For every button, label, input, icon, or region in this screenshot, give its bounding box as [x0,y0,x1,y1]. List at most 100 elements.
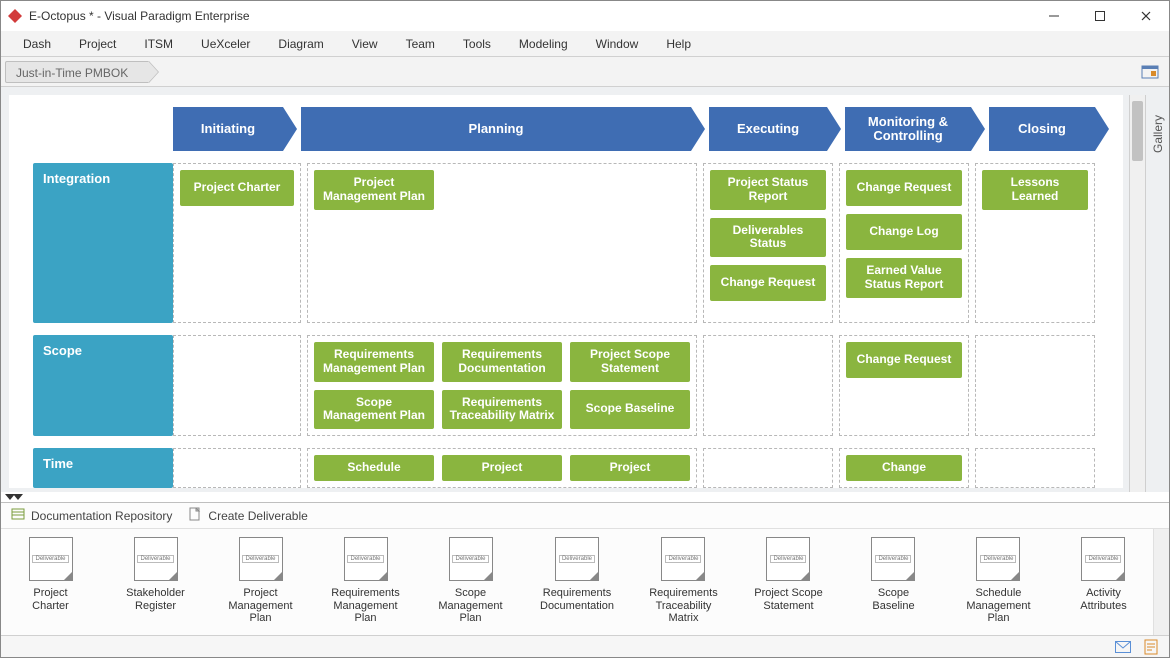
deliverable-item[interactable]: Deliverable Project Scope Statement [753,537,824,625]
canvas-vertical-scrollbar[interactable] [1129,95,1145,492]
mail-icon[interactable] [1115,639,1131,655]
card-scope-mgmt-plan[interactable]: Scope Management Plan [314,390,434,430]
menu-itsm[interactable]: ITSM [130,33,187,55]
card-project-cut2[interactable]: Project [570,455,690,481]
cell-scope-planning: Requirements Management Plan Requirement… [307,335,697,436]
document-icon: Deliverable [1081,537,1125,581]
card-scope-change-request[interactable]: Change Request [846,342,962,378]
phase-monitoring[interactable]: Monitoring & Controlling [845,107,971,151]
deliverable-item[interactable]: Deliverable Stakeholder Register [120,537,191,625]
document-icon: Deliverable [766,537,810,581]
deliverable-item[interactable]: Deliverable Requirements Documentation [540,537,614,625]
card-scope-baseline[interactable]: Scope Baseline [570,390,690,430]
row-integration: Integration Project Charter Project Mana… [33,163,1099,323]
main-area: Initiating Planning Executing Monitoring… [1,87,1169,657]
menu-view[interactable]: View [338,33,392,55]
row-label-scope[interactable]: Scope [33,335,173,436]
deliverable-label: Scope Baseline [858,587,929,612]
breadcrumb-bar: Just-in-Time PMBOK [1,57,1169,87]
app-icon [7,8,23,24]
gallery-tab[interactable]: Gallery [1145,95,1169,492]
deliverable-label: Project Scope Statement [753,587,824,612]
document-icon: Deliverable [976,537,1020,581]
card-schedule-cut[interactable]: Schedule [314,455,434,481]
deliverable-item[interactable]: Deliverable Scope Management Plan [435,537,506,625]
titlebar: E-Octopus * - Visual Paradigm Enterprise [1,1,1169,31]
breadcrumb[interactable]: Just-in-Time PMBOK [5,61,149,83]
card-lessons-learned[interactable]: Lessons Learned [982,170,1088,210]
document-icon: Deliverable [239,537,283,581]
card-project-cut1[interactable]: Project [442,455,562,481]
splitter-handle[interactable] [1,492,1169,502]
row-scope: Scope Requirements Management Plan Requi… [33,335,1099,436]
card-project-status-report[interactable]: Project Status Report [710,170,826,210]
deliverable-label: Scope Management Plan [435,587,506,625]
cell-time-executing [703,448,833,488]
card-time-change-cut[interactable]: Change [846,455,962,481]
diagram-canvas[interactable]: Initiating Planning Executing Monitoring… [9,95,1129,492]
deliverables-toolbar: Documentation Repository Create Delivera… [1,503,1169,529]
menu-modeling[interactable]: Modeling [505,33,582,55]
deliverable-item[interactable]: Deliverable Scope Baseline [858,537,929,625]
deliverable-label: Stakeholder Register [120,587,191,612]
deliverable-label: Project Charter [15,587,86,612]
row-label-integration[interactable]: Integration [33,163,173,323]
documentation-repository-button[interactable]: Documentation Repository [11,507,172,524]
deliverable-item[interactable]: Deliverable Schedule Management Plan [963,537,1034,625]
cell-scope-closing [975,335,1095,436]
card-req-doc[interactable]: Requirements Documentation [442,342,562,382]
card-scope-statement[interactable]: Project Scope Statement [570,342,690,382]
deliverable-label: Project Management Plan [225,587,296,625]
phase-closing[interactable]: Closing [989,107,1095,151]
create-deliverable-button[interactable]: Create Deliverable [188,507,307,524]
close-button[interactable] [1123,1,1169,31]
menu-project[interactable]: Project [65,33,130,55]
cell-scope-executing [703,335,833,436]
deliverable-item[interactable]: Deliverable Requirements Management Plan [330,537,401,625]
card-req-trace-matrix[interactable]: Requirements Traceability Matrix [442,390,562,430]
deliverable-item[interactable]: Deliverable Requirements Traceability Ma… [648,537,719,625]
card-change-log[interactable]: Change Log [846,214,962,250]
deliverable-item[interactable]: Deliverable Project Charter [15,537,86,625]
deliverable-label: Schedule Management Plan [963,587,1034,625]
card-deliverables-status[interactable]: Deliverables Status [710,218,826,258]
deliverable-label: Requirements Documentation [540,587,614,612]
document-icon: Deliverable [344,537,388,581]
deliverable-item[interactable]: Deliverable Project Management Plan [225,537,296,625]
card-project-management-plan[interactable]: Project Management Plan [314,170,434,210]
cell-time-closing [975,448,1095,488]
row-label-time[interactable]: Time [33,448,173,488]
menu-diagram[interactable]: Diagram [264,33,337,55]
deliverables-panel: Documentation Repository Create Delivera… [1,502,1169,635]
menu-team[interactable]: Team [392,33,449,55]
document-icon: Deliverable [661,537,705,581]
cell-time-monitoring: Change [839,448,969,488]
card-change-request-mon[interactable]: Change Request [846,170,962,206]
panel-settings-icon[interactable] [1141,63,1159,81]
maximize-button[interactable] [1077,1,1123,31]
phase-header-row: Initiating Planning Executing Monitoring… [33,107,1099,151]
card-earned-value[interactable]: Earned Value Status Report [846,258,962,298]
card-project-charter[interactable]: Project Charter [180,170,294,206]
cell-integration-monitoring: Change Request Change Log Earned Value S… [839,163,969,323]
row-time: Time Schedule Project Project Change [33,448,1099,488]
minimize-button[interactable] [1031,1,1077,31]
menu-uexceler[interactable]: UeXceler [187,33,264,55]
menu-window[interactable]: Window [582,33,653,55]
cell-integration-initiating: Project Charter [173,163,301,323]
document-icon: Deliverable [449,537,493,581]
deliverables-scrollbar[interactable] [1153,529,1169,635]
menubar: Dash Project ITSM UeXceler Diagram View … [1,31,1169,57]
card-req-mgmt-plan[interactable]: Requirements Management Plan [314,342,434,382]
deliverable-item[interactable]: Deliverable Activity Attributes [1068,537,1139,625]
menu-help[interactable]: Help [652,33,705,55]
phase-initiating[interactable]: Initiating [173,107,283,151]
deliverable-list: Deliverable Project Charter Deliverable … [1,529,1153,635]
document-icon: Deliverable [871,537,915,581]
phase-executing[interactable]: Executing [709,107,827,151]
menu-tools[interactable]: Tools [449,33,505,55]
note-icon[interactable] [1143,639,1159,655]
card-change-request-exec[interactable]: Change Request [710,265,826,301]
phase-planning[interactable]: Planning [301,107,691,151]
menu-dash[interactable]: Dash [9,33,65,55]
